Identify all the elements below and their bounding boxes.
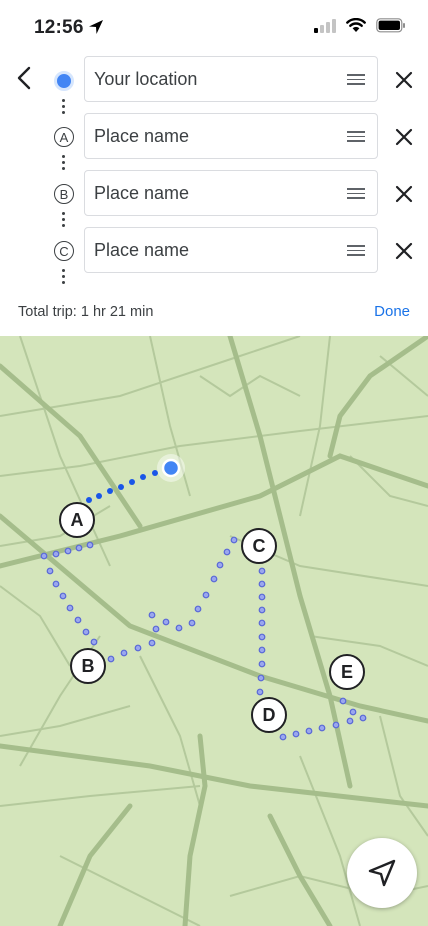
status-icons bbox=[314, 18, 406, 33]
done-button[interactable]: Done bbox=[374, 303, 410, 320]
remove-stop-button[interactable] bbox=[391, 124, 417, 150]
map-pin-e[interactable]: E bbox=[329, 654, 365, 690]
wifi-icon bbox=[346, 18, 366, 32]
stop-marker-a-icon: A bbox=[54, 127, 74, 147]
map-pin-b[interactable]: B bbox=[70, 648, 106, 684]
stop-field-your-location[interactable]: Your location bbox=[84, 56, 378, 102]
map-pin-d[interactable]: D bbox=[251, 697, 287, 733]
drag-handle-icon[interactable] bbox=[347, 245, 365, 256]
directions-panel: Your location A Place name B Place name … bbox=[0, 56, 428, 336]
stop-field-text: Place name bbox=[94, 125, 190, 146]
drag-handle-icon[interactable] bbox=[347, 74, 365, 85]
drag-handle-icon[interactable] bbox=[347, 188, 365, 199]
location-arrow-icon bbox=[89, 20, 103, 34]
stop-field-a[interactable]: Place name bbox=[84, 113, 378, 159]
status-time: 12:56 bbox=[34, 17, 84, 38]
stop-marker-b-icon: B bbox=[54, 184, 74, 204]
battery-icon bbox=[376, 18, 405, 33]
route-connector-dots bbox=[62, 99, 66, 114]
current-location-marker-icon bbox=[54, 71, 74, 91]
stop-field-text: Place name bbox=[94, 182, 190, 203]
stop-field-c[interactable]: Place name bbox=[84, 227, 378, 273]
my-location-button[interactable] bbox=[347, 838, 417, 908]
drag-handle-icon[interactable] bbox=[347, 131, 365, 142]
cellular-signal-icon bbox=[314, 18, 336, 33]
current-location-dot-icon bbox=[161, 458, 181, 478]
close-icon bbox=[395, 128, 413, 146]
back-button[interactable] bbox=[10, 64, 38, 92]
remove-stop-button[interactable] bbox=[391, 181, 417, 207]
status-bar: 12:56 bbox=[0, 0, 428, 56]
stop-field-text: Place name bbox=[94, 239, 190, 260]
close-icon bbox=[395, 185, 413, 203]
route-connector-dots bbox=[62, 269, 66, 284]
navigation-arrow-icon bbox=[368, 859, 396, 887]
remove-stop-button[interactable] bbox=[391, 238, 417, 264]
stop-field-text: Your location bbox=[94, 68, 198, 89]
map-pin-a[interactable]: A bbox=[59, 502, 95, 538]
stop-marker-c-icon: C bbox=[54, 241, 74, 261]
close-icon bbox=[395, 71, 413, 89]
stop-field-b[interactable]: Place name bbox=[84, 170, 378, 216]
close-icon bbox=[395, 242, 413, 260]
route-connector-dots bbox=[62, 155, 66, 170]
total-trip-label: Total trip: 1 hr 21 min bbox=[18, 304, 154, 320]
route-connector-dots bbox=[62, 212, 66, 227]
map-view[interactable]: A B C D E bbox=[0, 336, 428, 926]
map-canvas[interactable] bbox=[0, 336, 428, 926]
chevron-left-icon bbox=[17, 66, 31, 90]
remove-stop-button[interactable] bbox=[391, 67, 417, 93]
map-pin-c[interactable]: C bbox=[241, 528, 277, 564]
